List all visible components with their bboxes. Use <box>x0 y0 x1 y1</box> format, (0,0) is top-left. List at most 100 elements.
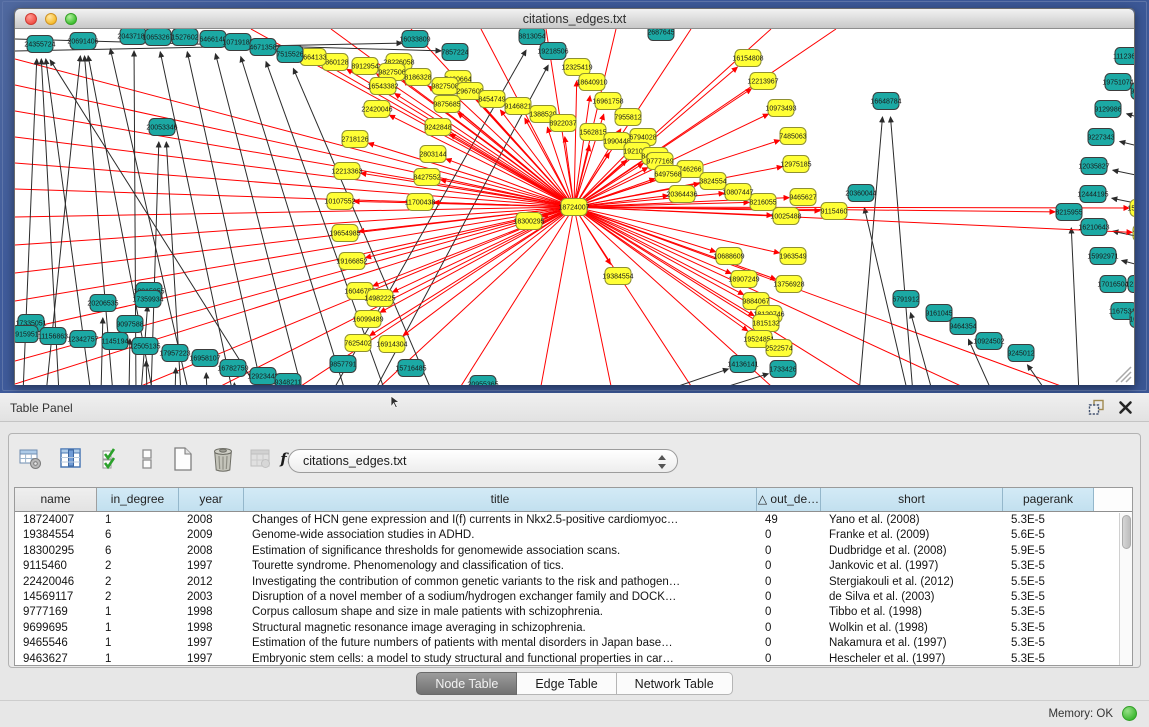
table-cell[interactable]: 5.3E-5 <box>1003 652 1094 665</box>
graph-node[interactable]: 9115460 <box>821 203 848 220</box>
column-header-short[interactable]: short <box>821 488 1003 511</box>
graph-node[interactable]: 9245012 <box>1007 345 1034 362</box>
graph-node[interactable]: 7955812 <box>614 109 641 126</box>
graph-node[interactable]: 10653267 <box>142 29 173 46</box>
graph-node[interactable]: 8813054 <box>518 29 545 45</box>
column-header-name[interactable]: name <box>15 488 97 511</box>
deselect-all-button[interactable] <box>132 442 162 476</box>
table-cell[interactable]: Hescheler et al. (1997) <box>821 652 1003 665</box>
graph-node[interactable]: 12213967 <box>747 73 778 90</box>
graph-node[interactable]: 14136141 <box>727 356 758 373</box>
graph-node[interactable]: 6791912 <box>892 291 919 308</box>
graph-node[interactable]: 18300295 <box>513 213 544 230</box>
table-cell[interactable]: 1 <box>97 605 179 620</box>
graph-node[interactable]: 13756928 <box>773 276 804 293</box>
table-cell[interactable]: Investigating the contribution of common… <box>244 575 757 590</box>
graph-node[interactable]: 16961758 <box>592 93 623 110</box>
table-cell[interactable]: 1 <box>97 513 179 528</box>
graph-node[interactable]: 8454749 <box>478 91 505 108</box>
graph-node[interactable]: 9465627 <box>789 189 816 206</box>
graph-node[interactable]: 8186328 <box>404 69 431 86</box>
table-row[interactable]: 977716911998Corpus callosum shape and si… <box>15 605 1119 620</box>
graph-node[interactable]: 9161045 <box>925 305 952 322</box>
table-cell[interactable]: 14569117 <box>15 590 97 605</box>
table-cell[interactable]: 5.3E-5 <box>1003 590 1094 605</box>
graph-node[interactable]: 9227343 <box>1087 129 1114 146</box>
table-cell[interactable]: Changes of HCN gene expression and I(f) … <box>244 513 757 528</box>
graph-node[interactable]: 16958107 <box>189 350 220 367</box>
table-cell[interactable]: Estimation of significance thresholds fo… <box>244 544 757 559</box>
table-cell[interactable]: 9463627 <box>15 652 97 665</box>
table-cell[interactable]: 1998 <box>179 621 244 636</box>
tab-node-table[interactable]: Node Table <box>416 672 517 695</box>
graph-node[interactable]: 12975185 <box>780 156 811 173</box>
table-cell[interactable]: 5.9E-5 <box>1003 544 1094 559</box>
graph-node[interactable]: 1084522 <box>1129 311 1134 328</box>
graph-node[interactable]: 8922037 <box>549 115 576 132</box>
table-settings-button[interactable] <box>16 442 46 476</box>
graph-node[interactable]: 2718126 <box>341 131 368 148</box>
graph-node[interactable]: 10924502 <box>973 333 1004 350</box>
show-columns-button[interactable] <box>56 442 86 476</box>
table-cell[interactable]: Genome-wide association studies in ADHD. <box>244 528 757 543</box>
graph-node[interactable]: 17359934 <box>132 291 163 308</box>
table-row[interactable]: 946554611997Estimation of the future num… <box>15 636 1119 651</box>
column-header-pagerank[interactable]: pagerank <box>1003 488 1094 511</box>
table-cell[interactable]: de Silva et al. (2003) <box>821 590 1003 605</box>
table-cell[interactable]: 9465546 <box>15 636 97 651</box>
table-cell[interactable]: 5.3E-5 <box>1003 605 1094 620</box>
graph-node[interactable]: 16648784 <box>870 93 901 110</box>
table-cell[interactable]: Wolkin et al. (1998) <box>821 621 1003 636</box>
graph-node[interactable]: 20691406 <box>67 33 98 50</box>
graph-node[interactable]: 19218506 <box>537 43 568 60</box>
graph-node[interactable]: 19751074 <box>1102 74 1133 91</box>
table-cell[interactable]: Tibbo et al. (1998) <box>821 605 1003 620</box>
graph-node[interactable]: 22420046 <box>361 101 392 118</box>
graph-node[interactable]: 8215955 <box>1055 204 1082 221</box>
graph-node[interactable]: 20206535 <box>87 295 118 312</box>
table-cell[interactable]: Nakamura et al. (1997) <box>821 636 1003 651</box>
table-cell[interactable]: 5.5E-5 <box>1003 575 1094 590</box>
graph-node[interactable]: 9129986 <box>1094 101 1121 118</box>
table-row[interactable]: 1830029562008Estimation of significance … <box>15 544 1119 559</box>
table-cell[interactable]: 49 <box>757 513 821 528</box>
table-cell[interactable]: 0 <box>757 636 821 651</box>
column-header-year[interactable]: year <box>179 488 244 511</box>
table-cell[interactable]: 1997 <box>179 636 244 651</box>
graph-node[interactable]: 1815132 <box>752 315 779 332</box>
graph-node[interactable]: 9857791 <box>329 356 356 373</box>
graph-node[interactable]: 10688609 <box>713 248 744 265</box>
table-row[interactable]: 2242004622012Investigating the contribut… <box>15 575 1119 590</box>
close-panel-icon[interactable] <box>1118 400 1133 415</box>
table-cell[interactable]: 5.3E-5 <box>1003 621 1094 636</box>
scrollbar-thumb[interactable] <box>1122 515 1131 549</box>
table-cell[interactable]: 1998 <box>179 605 244 620</box>
graph-node[interactable]: 10107552 <box>324 193 355 210</box>
graph-node[interactable]: 11700438 <box>405 194 436 211</box>
table-cell[interactable]: 1 <box>97 636 179 651</box>
table-cell[interactable]: Stergiakouli et al. (2012) <box>821 575 1003 590</box>
graph-node[interactable]: 9875685 <box>433 96 460 113</box>
graph-node[interactable]: 7485063 <box>779 128 806 145</box>
graph-node[interactable]: 24355724 <box>24 36 55 53</box>
graph-node[interactable]: 18640910 <box>576 74 607 91</box>
table-cell[interactable]: 2003 <box>179 590 244 605</box>
graph-node[interactable]: 16033809 <box>399 31 430 48</box>
red-edge-rays[interactable] <box>15 29 1061 385</box>
graph-node[interactable]: 1963549 <box>779 248 806 265</box>
float-window-icon[interactable] <box>1088 399 1105 416</box>
graph-node[interactable]: 17016504 <box>1097 276 1128 293</box>
graph-node[interactable]: 20360044 <box>845 185 876 202</box>
graph-node[interactable]: 18907249 <box>728 271 759 288</box>
table-cell[interactable]: Jankovic et al. (1997) <box>821 559 1003 574</box>
graph-node[interactable]: 7625402 <box>344 335 371 352</box>
graph-node[interactable]: 16210643 <box>1078 219 1109 236</box>
table-selector-dropdown[interactable]: citations_edges.txt <box>288 449 678 473</box>
table-cell[interactable]: 2 <box>97 590 179 605</box>
memory-indicator[interactable] <box>1122 706 1137 721</box>
column-header-in-degree[interactable]: in_degree <box>97 488 179 511</box>
table-panel-header[interactable]: Table Panel <box>0 393 1149 422</box>
table-cell[interactable]: 2 <box>97 575 179 590</box>
tab-edge-table[interactable]: Edge Table <box>517 672 616 695</box>
graph-node[interactable]: 8427552 <box>413 169 440 186</box>
